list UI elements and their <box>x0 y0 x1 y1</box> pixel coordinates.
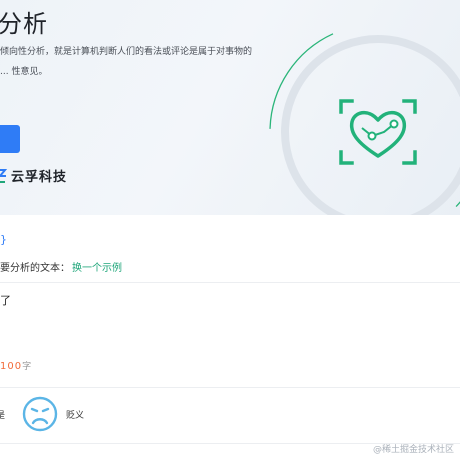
sad-face-icon <box>22 396 58 432</box>
prompt-row: 要分析的文本： 换一个示例 <box>0 259 122 274</box>
char-unit: 字 <box>22 362 32 372</box>
hero-description: 倾向性分析，就是计算机判断人们的看法或评论是属于对事物的 ... 性意见。 <box>0 47 253 77</box>
change-example-link[interactable]: 换一个示例 <box>72 263 122 274</box>
prompt-label: 要分析的文本： <box>0 263 70 274</box>
divider <box>0 387 460 388</box>
brand-logo: 云孚科技 <box>0 166 67 185</box>
tab-fragment[interactable]: } <box>0 233 7 246</box>
page-title: 分析 <box>0 10 48 38</box>
result-row: 是 贬义 <box>0 392 460 437</box>
text-input[interactable]: 了 <box>0 292 11 308</box>
divider <box>0 282 460 283</box>
sentiment-label: 贬义 <box>66 411 85 421</box>
watermark: @稀土掘金技术社区 <box>372 445 454 455</box>
brand-name: 云孚科技 <box>11 170 68 185</box>
primary-button[interactable] <box>0 125 20 153</box>
char-counter: 100字 <box>0 359 31 372</box>
heart-chart-icon <box>339 99 417 165</box>
hero-banner: 分析 倾向性分析，就是计算机判断人们的看法或评论是属于对事物的 ... 性意见。… <box>0 0 460 215</box>
result-left-label: 是 <box>0 411 6 421</box>
char-count: 100 <box>0 361 23 372</box>
brand-mark-icon <box>0 168 8 183</box>
